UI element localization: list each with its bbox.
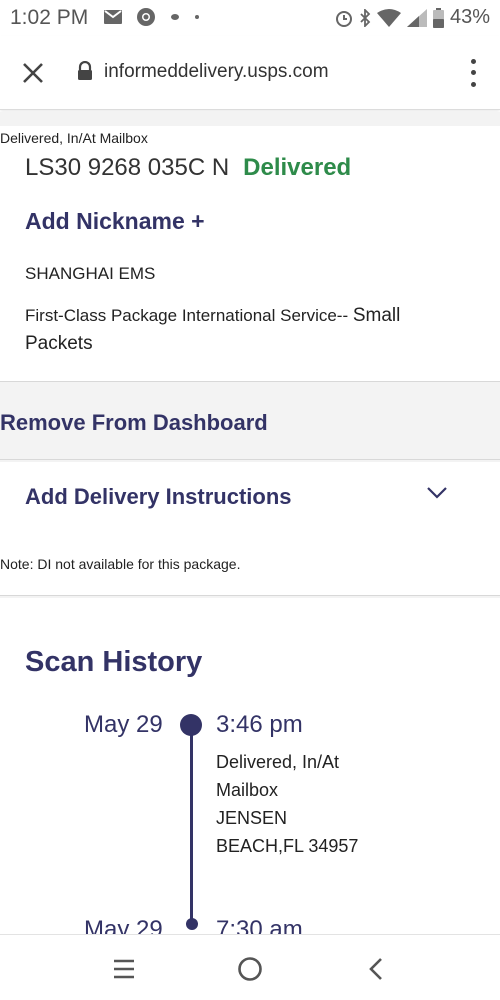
event-time: 3:46 pm bbox=[216, 711, 303, 738]
timeline-dot bbox=[185, 918, 198, 930]
scan-history-heading: Scan History bbox=[25, 646, 203, 678]
url-text[interactable]: informeddelivery.usps.com bbox=[104, 61, 329, 83]
menu-dot-icon bbox=[470, 70, 476, 76]
bluetooth-icon bbox=[359, 8, 371, 27]
service-text-part3: Packets bbox=[25, 333, 93, 354]
scan-history-section: Scan History May 29 3:46 pm Delivered, I… bbox=[0, 598, 500, 934]
system-nav-bar bbox=[0, 934, 500, 1000]
event-desc-line: JENSEN bbox=[216, 808, 288, 828]
status-time: 1:02 PM bbox=[10, 6, 89, 29]
service-text-part2: Small bbox=[352, 305, 401, 326]
chrome-icon bbox=[136, 7, 156, 27]
add-nickname-link[interactable]: Add Nickname + bbox=[25, 208, 205, 235]
page-content: Delivered, In/At Mailbox LS30 9268 035C … bbox=[0, 112, 500, 934]
wifi-icon bbox=[376, 8, 401, 27]
delivery-status-line: Delivered, In/At Mailbox bbox=[0, 130, 148, 146]
home-button[interactable] bbox=[234, 953, 266, 985]
home-circle-icon bbox=[238, 957, 262, 981]
menu-dot-icon bbox=[470, 81, 476, 87]
browser-menu-button[interactable] bbox=[464, 56, 482, 90]
remove-from-dashboard-label: Remove From Dashboard bbox=[0, 410, 268, 435]
notification-icons bbox=[104, 7, 200, 27]
service-type: First-Class Package International Servic… bbox=[25, 302, 445, 358]
small-dot-icon bbox=[194, 14, 200, 20]
event-desc-line: Mailbox bbox=[216, 780, 279, 800]
browser-toolbar: informeddelivery.usps.com bbox=[0, 36, 500, 110]
menu-lines-icon bbox=[114, 959, 134, 979]
battery-icon bbox=[432, 7, 444, 28]
delivery-instructions-section: Add Delivery Instructions Note: DI not a… bbox=[0, 462, 500, 596]
event-time: 7:30 am bbox=[216, 916, 303, 934]
service-text-part1: First-Class Package International Servic… bbox=[25, 306, 349, 325]
event-description: Delivered, In/At Mailbox JENSEN BEACH,FL… bbox=[216, 748, 416, 860]
back-chevron-icon bbox=[369, 958, 382, 980]
di-note: Note: DI not available for this package. bbox=[0, 556, 241, 572]
package-summary-card: Delivered, In/At Mailbox LS30 9268 035C … bbox=[0, 126, 500, 382]
menu-dot-icon bbox=[470, 59, 476, 65]
chevron-down-icon[interactable] bbox=[426, 486, 448, 500]
back-button[interactable] bbox=[360, 953, 392, 985]
event-date: May 29 bbox=[84, 916, 163, 934]
timeline-dot bbox=[180, 714, 202, 736]
remove-from-dashboard-button[interactable]: Remove From Dashboard bbox=[0, 384, 500, 460]
close-tab-button[interactable] bbox=[18, 58, 48, 88]
tracking-number: LS30 9268 035C N bbox=[25, 154, 230, 181]
event-desc-line: BEACH,FL 34957 bbox=[216, 836, 359, 856]
status-badge: Delivered bbox=[243, 154, 352, 181]
event-desc-line: Delivered, In/At bbox=[216, 752, 340, 772]
close-icon bbox=[23, 63, 43, 83]
add-delivery-instructions-toggle[interactable]: Add Delivery Instructions bbox=[25, 484, 292, 510]
system-icons: 43% bbox=[335, 6, 490, 29]
lock-icon bbox=[77, 60, 93, 86]
timeline-line bbox=[190, 726, 193, 922]
mail-icon bbox=[104, 10, 122, 24]
event-date: May 29 bbox=[84, 711, 163, 738]
status-bar: 1:02 PM 43% bbox=[0, 0, 500, 36]
package-origin: SHANGHAI EMS bbox=[25, 264, 156, 283]
tracking-row: LS30 9268 035C N Delivered bbox=[25, 154, 351, 182]
battery-percent: 43% bbox=[449, 6, 490, 28]
signal-icon bbox=[406, 8, 427, 27]
alarm-icon bbox=[335, 9, 353, 27]
dot-icon bbox=[170, 12, 180, 22]
recent-apps-button[interactable] bbox=[108, 953, 140, 985]
